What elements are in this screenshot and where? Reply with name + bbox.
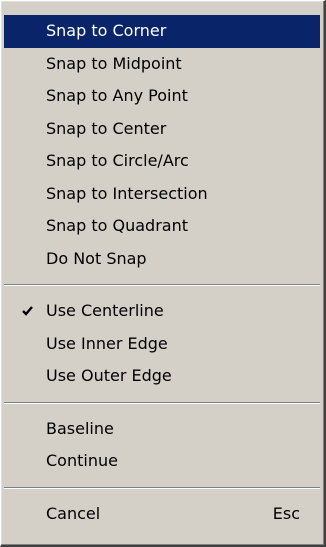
menu-item-label: Cancel xyxy=(46,503,101,523)
menu-item-label: Snap to Corner xyxy=(46,21,167,40)
menu-item-use-outer-edge[interactable]: Use Outer Edge xyxy=(4,360,320,393)
menu-item-do-not-snap[interactable]: Do Not Snap xyxy=(4,243,320,276)
menu-item-shortcut: Esc xyxy=(272,503,300,523)
menu-item-label: Snap to Quadrant xyxy=(46,216,188,235)
menu-item-label: Snap to Intersection xyxy=(46,183,208,203)
menu-item-continue[interactable]: Continue xyxy=(4,445,320,478)
context-menu: Snap to Corner Snap to Midpoint Snap to … xyxy=(0,0,326,547)
menu-item-label: Use Centerline xyxy=(46,301,164,320)
menu-item-label: Snap to Center xyxy=(46,118,167,138)
menu-item-label: Use Inner Edge xyxy=(46,333,168,353)
menu-item-snap-to-midpoint[interactable]: Snap to Midpoint xyxy=(4,48,320,81)
menu-separator xyxy=(4,478,320,498)
menu-item-snap-to-any-point[interactable]: Snap to Any Point xyxy=(4,80,320,113)
menu-item-label: Snap to Midpoint xyxy=(46,53,182,73)
menu-item-label: Continue xyxy=(46,451,118,470)
menu-separator xyxy=(4,275,320,295)
menu-item-snap-to-circle-arc[interactable]: Snap to Circle/Arc xyxy=(4,145,320,178)
menu-item-label: Snap to Any Point xyxy=(46,86,188,105)
menu-item-snap-to-intersection[interactable]: Snap to Intersection xyxy=(4,178,320,211)
menu-item-cancel[interactable]: Cancel Esc xyxy=(4,498,320,531)
menu-item-label: Baseline xyxy=(46,418,114,438)
menu-item-snap-to-corner[interactable]: Snap to Corner xyxy=(4,15,320,48)
menu-item-use-inner-edge[interactable]: Use Inner Edge xyxy=(4,328,320,361)
menu-item-snap-to-center[interactable]: Snap to Center xyxy=(4,113,320,146)
menu-item-snap-to-quadrant[interactable]: Snap to Quadrant xyxy=(4,210,320,243)
menu-item-label: Do Not Snap xyxy=(46,248,147,268)
checkmark-icon xyxy=(18,295,36,328)
menu-item-label: Use Outer Edge xyxy=(46,366,172,385)
menu-item-baseline[interactable]: Baseline xyxy=(4,413,320,446)
menu-item-use-centerline[interactable]: Use Centerline xyxy=(4,295,320,328)
menu-separator xyxy=(4,393,320,413)
menu-item-label: Snap to Circle/Arc xyxy=(46,151,189,170)
